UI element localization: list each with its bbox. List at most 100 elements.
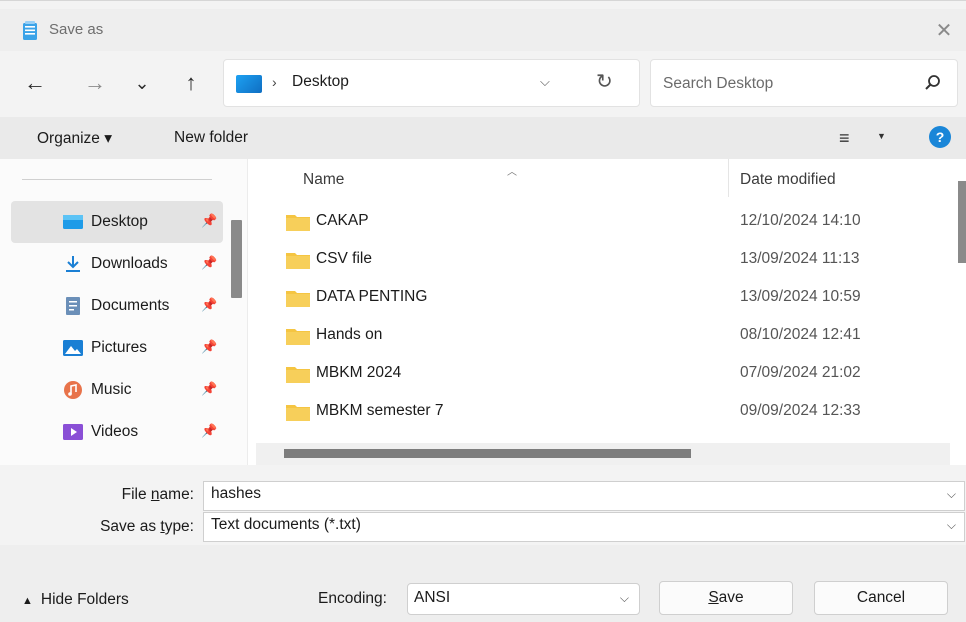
close-icon: ✕ <box>935 19 953 42</box>
address-bar[interactable]: › Desktop ⌵ ↻ <box>223 59 640 107</box>
encoding-value: ANSI <box>414 589 451 606</box>
encoding-label: Encoding: <box>318 590 387 607</box>
view-options-icon[interactable]: ≡ <box>839 128 850 149</box>
save-button[interactable]: Save <box>659 581 793 615</box>
file-name: MBKM 2024 <box>316 364 402 381</box>
pin-icon: 📌 <box>201 423 218 438</box>
column-divider[interactable] <box>728 159 729 197</box>
breadcrumb-desktop[interactable]: Desktop <box>292 73 349 91</box>
organize-menu[interactable]: Organize ▾ <box>37 129 112 148</box>
chevron-down-icon[interactable]: ⌵ <box>947 518 956 533</box>
folder-icon <box>286 253 310 269</box>
list-item[interactable]: MBKM 2024 07/09/2024 21:02 <box>280 354 960 392</box>
encoding-select[interactable]: ANSI ⌵ <box>407 583 640 615</box>
pin-icon: 📌 <box>201 381 218 396</box>
address-dropdown-icon[interactable]: ⌵ <box>540 74 550 90</box>
navigation-bar: ← → ⌄ ↑ › Desktop ⌵ ↻ Search Desktop <box>0 51 966 115</box>
back-arrow-icon: ← <box>24 70 46 95</box>
up-button[interactable]: ↑ <box>176 67 206 99</box>
chevron-down-icon: ⌵ <box>619 591 629 605</box>
sidebar-item-label: Pictures <box>91 339 147 356</box>
list-item[interactable]: DATA PENTING 13/09/2024 10:59 <box>280 278 960 316</box>
file-name-field[interactable]: hashes ⌵ <box>203 481 965 511</box>
folder-icon <box>286 367 310 383</box>
folder-icon <box>286 291 310 307</box>
recent-locations-button[interactable]: ⌄ <box>130 67 154 99</box>
file-name-value: hashes <box>211 485 261 502</box>
pin-icon: 📌 <box>201 255 218 270</box>
window-title: Save as <box>49 21 104 38</box>
file-date: 12/10/2024 14:10 <box>740 212 861 229</box>
save-as-type-label: Save as type: <box>100 518 194 535</box>
sidebar-item-label: Downloads <box>91 255 168 272</box>
save-form: File name: hashes ⌵ Save as type: Text d… <box>0 465 966 545</box>
sidebar-item-desktop[interactable]: Desktop 📌 <box>11 201 223 243</box>
cancel-button-label: Cancel <box>856 589 906 606</box>
cancel-button[interactable]: Cancel <box>814 581 948 615</box>
chevron-up-icon: ▲ <box>22 595 33 607</box>
file-date: 13/09/2024 11:13 <box>740 250 860 267</box>
help-icon: ? <box>935 129 945 145</box>
sidebar-item-label: Documents <box>91 297 170 314</box>
new-folder-button[interactable]: New folder <box>174 129 248 147</box>
close-button[interactable]: ✕ <box>922 9 966 51</box>
file-name: Hands on <box>316 326 383 343</box>
list-item[interactable]: CSV file 13/09/2024 11:13 <box>280 240 960 278</box>
pin-icon: 📌 <box>201 339 218 354</box>
column-header-name[interactable]: Name <box>303 171 344 189</box>
sidebar-item-label: Music <box>91 381 132 398</box>
pin-icon: 📌 <box>201 297 218 312</box>
list-item[interactable]: Hands on 08/10/2024 12:41 <box>280 316 960 354</box>
sidebar-item-music[interactable]: Music 📌 <box>11 369 223 411</box>
documents-icon <box>66 297 80 315</box>
file-name: CAKAP <box>316 212 369 229</box>
file-name: DATA PENTING <box>316 288 428 305</box>
sidebar-item-videos[interactable]: Videos 📌 <box>11 411 223 453</box>
save-as-type-select[interactable]: Text documents (*.txt) ⌵ <box>203 512 965 542</box>
sidebar-item-label: Desktop <box>91 213 148 230</box>
search-icon <box>925 75 940 90</box>
list-item[interactable]: CAKAP 12/10/2024 14:10 <box>280 202 960 240</box>
pictures-icon <box>63 340 83 356</box>
hide-folders-label: Hide Folders <box>40 591 129 608</box>
music-icon <box>64 381 82 399</box>
command-bar: Organize ▾ New folder ≡ ▼ ? <box>0 117 966 159</box>
pin-icon: 📌 <box>201 213 218 228</box>
sidebar-scrollbar[interactable] <box>231 220 242 298</box>
save-as-type-value: Text documents (*.txt) <box>211 516 361 533</box>
refresh-icon[interactable]: ↻ <box>596 69 613 94</box>
vertical-scrollbar-thumb[interactable] <box>958 181 966 263</box>
file-date: 13/09/2024 10:59 <box>740 288 861 305</box>
file-list: ︿ Name Date modified CAKAP 12/10/2024 14… <box>256 159 966 465</box>
column-header-date-modified[interactable]: Date modified <box>740 171 836 189</box>
save-button-label: Save <box>708 589 744 606</box>
sidebar-item-downloads[interactable]: Downloads 📌 <box>11 243 223 285</box>
breadcrumb-separator: › <box>272 74 277 90</box>
back-button[interactable]: ← <box>20 67 50 99</box>
file-name: CSV file <box>316 250 372 267</box>
downloads-icon <box>66 256 80 272</box>
search-input[interactable]: Search Desktop <box>663 75 773 93</box>
help-button[interactable]: ? <box>929 126 951 148</box>
sidebar-item-label: Videos <box>91 423 139 440</box>
forward-button[interactable]: → <box>80 67 110 99</box>
file-date: 08/10/2024 12:41 <box>740 326 861 343</box>
view-caret-icon[interactable]: ▼ <box>877 131 886 141</box>
videos-icon <box>63 424 83 440</box>
save-as-dialog: Save as ✕ ← → ⌄ ↑ › Desktop ⌵ ↻ Search D… <box>0 0 966 622</box>
forward-arrow-icon: → <box>84 70 106 95</box>
desktop-icon <box>236 75 262 93</box>
list-item[interactable]: MBKM semester 7 09/09/2024 12:33 <box>280 392 960 430</box>
sidebar-divider <box>22 179 212 180</box>
folder-icon <box>286 405 310 421</box>
hide-folders-button[interactable]: ▲ Hide Folders <box>22 591 129 609</box>
sidebar-item-pictures[interactable]: Pictures 📌 <box>11 327 223 369</box>
content-area: Desktop 📌 Downloads 📌 Documents 📌 Pictur… <box>0 159 966 465</box>
chevron-down-icon[interactable]: ⌵ <box>947 487 956 502</box>
navigation-pane: Desktop 📌 Downloads 📌 Documents 📌 Pictur… <box>0 159 248 465</box>
search-box[interactable]: Search Desktop <box>650 59 958 107</box>
horizontal-scrollbar-thumb[interactable] <box>284 449 691 458</box>
sort-ascending-icon: ︿ <box>507 167 517 178</box>
file-date: 09/09/2024 12:33 <box>740 402 861 419</box>
sidebar-item-documents[interactable]: Documents 📌 <box>11 285 223 327</box>
